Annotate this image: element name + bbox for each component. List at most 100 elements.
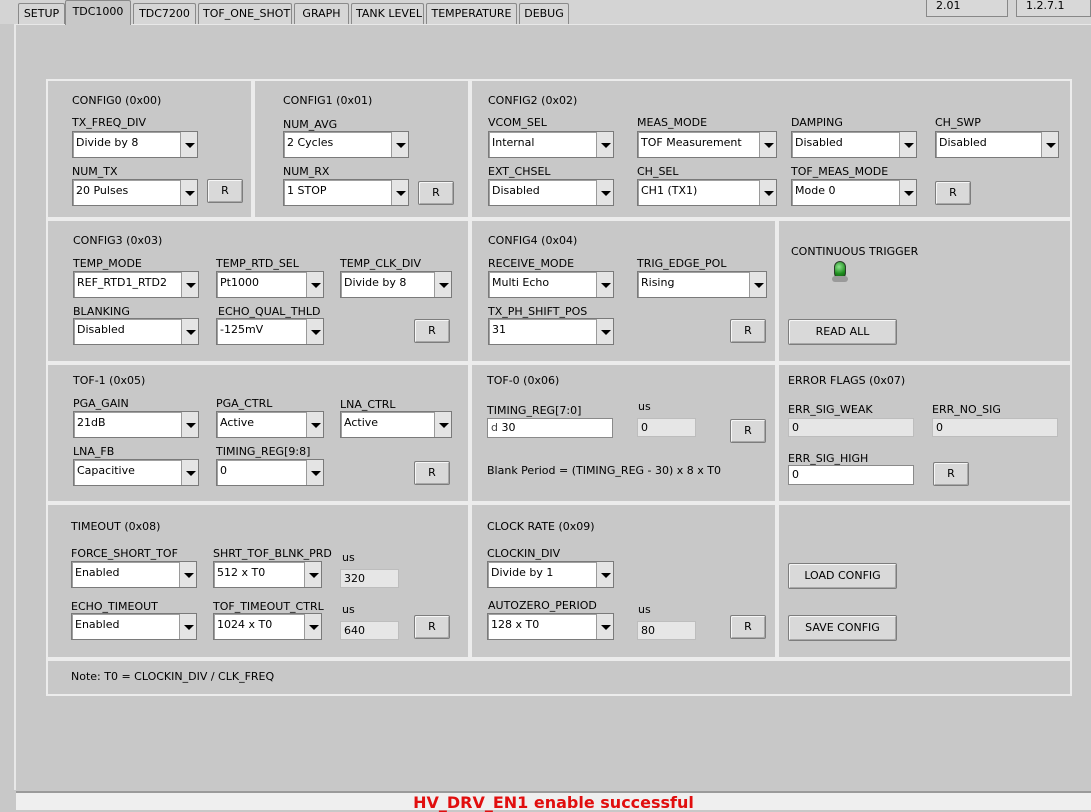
echo-qual-thld-select[interactable]: -125mV xyxy=(216,318,324,345)
tof-timeout-ctrl-select[interactable]: 1024 x T0 xyxy=(213,613,322,640)
timing-reg-hi-select[interactable]: 0 xyxy=(216,459,324,486)
autozero-period-label: AUTOZERO_PERIOD xyxy=(488,599,597,612)
chevron-down-icon[interactable] xyxy=(434,412,451,437)
damping-select[interactable]: Disabled xyxy=(791,131,917,158)
temp-rtd-sel-select[interactable]: Pt1000 xyxy=(216,271,324,298)
temp-mode-select[interactable]: REF_RTD1_RTD2 xyxy=(73,271,199,298)
save-config-button[interactable]: SAVE CONFIG xyxy=(788,615,897,641)
pga-gain-select[interactable]: 21dB xyxy=(73,411,199,438)
config2-read-button[interactable]: R xyxy=(935,181,971,205)
meas-mode-select[interactable]: TOF Measurement xyxy=(637,131,777,158)
config3-read-button[interactable]: R xyxy=(414,319,450,343)
pga-ctrl-label: PGA_CTRL xyxy=(216,397,273,410)
timing-reg-lo-input[interactable]: d 30 xyxy=(487,418,613,438)
ch-sel-select[interactable]: CH1 (TX1) xyxy=(637,179,777,206)
tx-ph-shift-pos-select[interactable]: 31 xyxy=(488,318,614,345)
tab-graph[interactable]: GRAPH xyxy=(294,3,349,24)
tx-freq-div-select[interactable]: Divide by 8 xyxy=(72,131,198,158)
clockin-div-select[interactable]: Divide by 1 xyxy=(487,561,614,588)
receive-mode-select[interactable]: Multi Echo xyxy=(488,271,614,298)
tof-timeout-us-label: us xyxy=(342,603,355,616)
config4-read-button[interactable]: R xyxy=(730,319,766,343)
temp-rtd-sel-value: Pt1000 xyxy=(220,276,259,289)
chevron-down-icon[interactable] xyxy=(749,272,766,297)
tof0-read-button[interactable]: R xyxy=(730,419,766,443)
echo-timeout-select[interactable]: Enabled xyxy=(71,613,197,640)
chevron-down-icon[interactable] xyxy=(181,460,198,485)
read-all-button[interactable]: READ ALL xyxy=(788,319,897,345)
chevron-down-icon[interactable] xyxy=(181,272,198,297)
continuous-trigger-toggle-icon[interactable] xyxy=(832,261,848,282)
chevron-down-icon[interactable] xyxy=(759,132,776,157)
chevron-down-icon[interactable] xyxy=(179,562,196,587)
tab-setup[interactable]: SETUP xyxy=(18,3,65,24)
tab-temperature[interactable]: TEMPERATURE xyxy=(426,3,517,24)
tof-timeout-ctrl-value: 1024 x T0 xyxy=(217,618,273,631)
blanking-select[interactable]: Disabled xyxy=(73,318,199,345)
chevron-down-icon[interactable] xyxy=(1041,132,1058,157)
lna-fb-select[interactable]: Capacitive xyxy=(73,459,199,486)
err-no-sig-label: ERR_NO_SIG xyxy=(932,403,1001,416)
chevron-down-icon[interactable] xyxy=(180,180,197,205)
pga-gain-label: PGA_GAIN xyxy=(73,397,129,410)
chevron-down-icon[interactable] xyxy=(596,180,613,205)
chevron-down-icon[interactable] xyxy=(899,180,916,205)
tof-meas-mode-select[interactable]: Mode 0 xyxy=(791,179,917,206)
chevron-down-icon[interactable] xyxy=(596,272,613,297)
pga-ctrl-select[interactable]: Active xyxy=(216,411,324,438)
config0-group: CONFIG0 (0x00) TX_FREQ_DIV Divide by 8 N… xyxy=(46,79,253,219)
temp-clk-div-select[interactable]: Divide by 8 xyxy=(340,271,452,298)
radix-indicator[interactable]: d xyxy=(491,421,498,434)
ext-chsel-select[interactable]: Disabled xyxy=(488,179,614,206)
chevron-down-icon[interactable] xyxy=(306,460,323,485)
load-config-button[interactable]: LOAD CONFIG xyxy=(788,563,897,589)
errors-read-button[interactable]: R xyxy=(933,462,969,486)
num-rx-label: NUM_RX xyxy=(283,165,330,178)
tab-tof-one-shot[interactable]: TOF_ONE_SHOT xyxy=(198,3,292,24)
err-sig-high-value: 0 xyxy=(788,465,914,485)
num-tx-select[interactable]: 20 Pulses xyxy=(72,179,198,206)
chevron-down-icon[interactable] xyxy=(180,132,197,157)
trig-edge-pol-select[interactable]: Rising xyxy=(637,271,767,298)
chevron-down-icon[interactable] xyxy=(181,319,198,344)
config0-read-button[interactable]: R xyxy=(207,179,243,203)
chevron-down-icon[interactable] xyxy=(306,272,323,297)
chevron-down-icon[interactable] xyxy=(899,132,916,157)
ch-swp-select[interactable]: Disabled xyxy=(935,131,1059,158)
chevron-down-icon[interactable] xyxy=(306,412,323,437)
config1-read-button[interactable]: R xyxy=(418,181,454,205)
chevron-down-icon[interactable] xyxy=(596,614,613,639)
chevron-down-icon[interactable] xyxy=(434,272,451,297)
chevron-down-icon[interactable] xyxy=(391,132,408,157)
clock-note: Note: T0 = CLOCKIN_DIV / CLK_FREQ xyxy=(71,670,275,683)
num-avg-select[interactable]: 2 Cycles xyxy=(283,131,409,158)
config0-title: CONFIG0 (0x00) xyxy=(72,94,162,107)
tab-tank-level[interactable]: TANK LEVEL xyxy=(351,3,424,24)
config4-group: CONFIG4 (0x04) RECEIVE_MODE Multi Echo T… xyxy=(470,219,777,363)
chevron-down-icon[interactable] xyxy=(596,132,613,157)
chevron-down-icon[interactable] xyxy=(304,614,321,639)
num-tx-value: 20 Pulses xyxy=(76,184,129,197)
num-rx-select[interactable]: 1 STOP xyxy=(283,179,409,206)
vcom-sel-select[interactable]: Internal xyxy=(488,131,614,158)
trig-edge-pol-label: TRIG_EDGE_POL xyxy=(637,257,727,270)
chevron-down-icon[interactable] xyxy=(391,180,408,205)
lna-ctrl-select[interactable]: Active xyxy=(340,411,452,438)
damping-label: DAMPING xyxy=(791,116,843,129)
chevron-down-icon[interactable] xyxy=(181,412,198,437)
tab-debug[interactable]: DEBUG xyxy=(519,3,569,24)
tof1-read-button[interactable]: R xyxy=(414,461,450,485)
chevron-down-icon[interactable] xyxy=(304,562,321,587)
tab-tdc1000[interactable]: TDC1000 xyxy=(65,0,131,25)
clock-rate-read-button[interactable]: R xyxy=(730,615,766,639)
chevron-down-icon[interactable] xyxy=(596,562,613,587)
tab-tdc7200[interactable]: TDC7200 xyxy=(133,3,196,24)
timeout-read-button[interactable]: R xyxy=(414,615,450,639)
chevron-down-icon[interactable] xyxy=(759,180,776,205)
chevron-down-icon[interactable] xyxy=(179,614,196,639)
chevron-down-icon[interactable] xyxy=(596,319,613,344)
chevron-down-icon[interactable] xyxy=(306,319,323,344)
shrt-tof-blnk-prd-select[interactable]: 512 x T0 xyxy=(213,561,322,588)
autozero-period-select[interactable]: 128 x T0 xyxy=(487,613,614,640)
force-short-tof-select[interactable]: Enabled xyxy=(71,561,197,588)
